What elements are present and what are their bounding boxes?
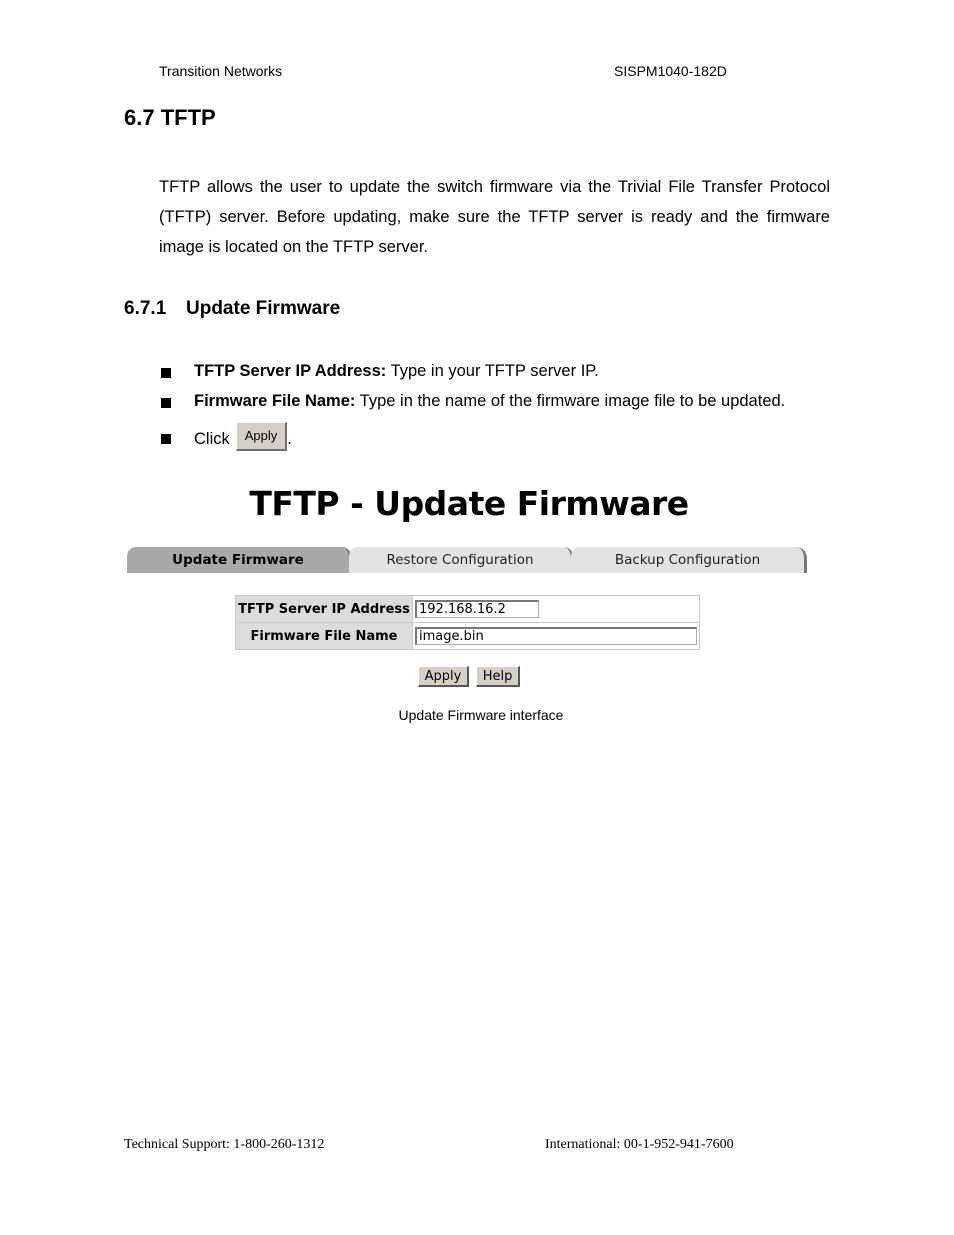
subsection-heading: 6.7.1 Update Firmware — [124, 298, 340, 320]
bullet-suffix: . — [287, 429, 292, 448]
ui-page-title: TFTP - Update Firmware — [249, 484, 689, 523]
subsection-number: 6.7.1 — [124, 298, 167, 319]
firmware-form-table: TFTP Server IP Address Firmware File Nam… — [235, 595, 700, 650]
bullet-label: Firmware File Name: — [194, 392, 356, 410]
header-model: SISPM1040-182D — [614, 63, 727, 79]
intro-paragraph: TFTP allows the user to update the switc… — [159, 178, 830, 256]
apply-button-illustration: Apply — [235, 422, 288, 451]
bullet-label: TFTP Server IP Address: — [194, 362, 387, 380]
bullet-square-icon — [161, 434, 171, 444]
header-company: Transition Networks — [159, 63, 283, 79]
tftp-server-ip-label: TFTP Server IP Address — [235, 595, 413, 623]
table-row: TFTP Server IP Address — [235, 595, 700, 623]
bullet-square-icon — [161, 398, 171, 408]
footer-support: Technical Support: 1-800-260-1312 — [124, 1137, 325, 1152]
bullet-square-icon — [161, 368, 171, 378]
bullet-text: Type in the name of the firmware image f… — [355, 392, 786, 410]
firmware-file-name-label: Firmware File Name — [235, 622, 413, 650]
section-title: 6.7 TFTP — [124, 105, 216, 130]
figure-caption: Update Firmware interface — [398, 707, 564, 723]
footer-international: International: 00-1-952-941-7600 — [545, 1137, 734, 1152]
tftp-server-ip-input[interactable] — [415, 600, 539, 618]
tab-backup-configuration[interactable]: Backup Configuration — [571, 547, 807, 573]
table-row: Firmware File Name — [235, 622, 700, 650]
tab-restore-configuration[interactable]: Restore Configuration — [349, 547, 574, 573]
tab-update-firmware[interactable]: Update Firmware — [127, 547, 352, 573]
firmware-file-name-input[interactable] — [415, 627, 697, 645]
subsection-title: Update Firmware — [186, 298, 341, 319]
bullet-text: Type in your TFTP server IP. — [386, 362, 599, 380]
tab-bar: Update Firmware Restore Configuration Ba… — [127, 547, 807, 573]
bullet-text: Click — [194, 429, 230, 448]
help-button[interactable]: Help — [475, 666, 521, 687]
form-buttons: Apply Help — [0, 666, 938, 687]
apply-button[interactable]: Apply — [417, 666, 470, 687]
